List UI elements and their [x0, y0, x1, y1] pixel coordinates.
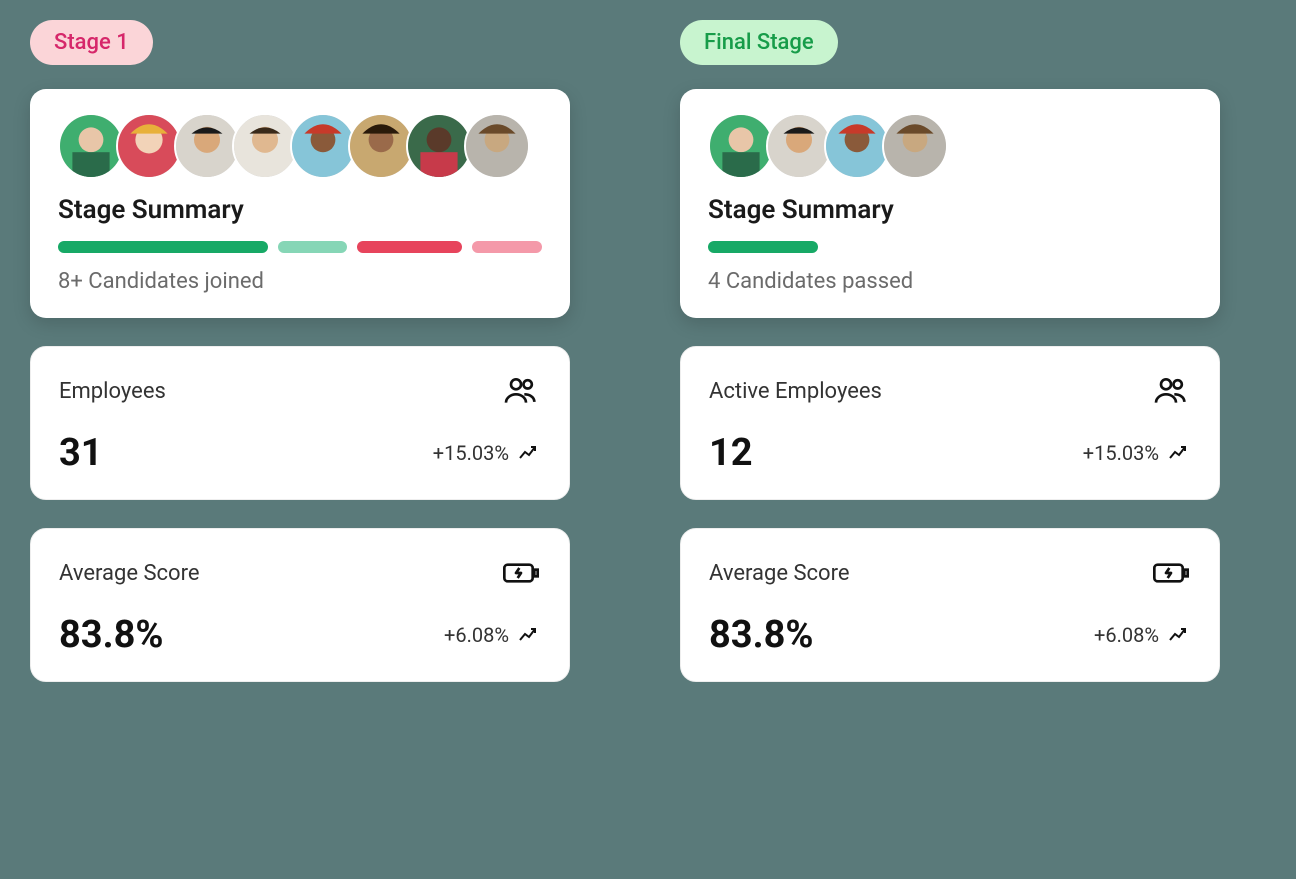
progress-bar: [278, 241, 348, 253]
summary-subtitle: 4 Candidates passed: [708, 269, 1192, 294]
stage-badge: Stage 1: [30, 20, 153, 65]
stage-summary-card[interactable]: Stage Summary 4 Candidates passed: [680, 89, 1220, 318]
metric-label: Average Score: [709, 561, 850, 586]
avatar-group: [708, 113, 1192, 179]
avatar: [232, 113, 298, 179]
avatar-group: [58, 113, 542, 179]
stage-column-1: Stage 1 Stage Summary 8+ Candidates join…: [30, 20, 570, 859]
stage-badge: Final Stage: [680, 20, 838, 65]
avatar: [290, 113, 356, 179]
avatar: [824, 113, 890, 179]
score-card[interactable]: Average Score 83.8% +6.08%: [30, 528, 570, 682]
metric-label: Average Score: [59, 561, 200, 586]
people-icon: [501, 371, 541, 411]
metric-value: 83.8%: [709, 613, 814, 657]
battery-charging-icon: [1151, 553, 1191, 593]
avatar: [464, 113, 530, 179]
summary-title: Stage Summary: [58, 195, 542, 225]
stage-column-final: Final Stage Stage Summary 4 Candidates p…: [680, 20, 1220, 859]
avatar: [708, 113, 774, 179]
metric-delta: +6.08%: [444, 623, 541, 647]
metric-label: Employees: [59, 379, 166, 404]
avatar: [766, 113, 832, 179]
avatar: [882, 113, 948, 179]
metric-delta: +15.03%: [433, 441, 541, 465]
progress-bar: [708, 241, 818, 253]
progress-bar: [58, 241, 268, 253]
progress-bars: [58, 241, 542, 253]
metric-value: 31: [59, 431, 103, 475]
progress-bar: [357, 241, 462, 253]
employees-card[interactable]: Employees 31 +15.03%: [30, 346, 570, 500]
people-icon: [1151, 371, 1191, 411]
avatar: [348, 113, 414, 179]
avatar: [116, 113, 182, 179]
employees-card[interactable]: Active Employees 12 +15.03%: [680, 346, 1220, 500]
progress-bars: [708, 241, 1192, 253]
trend-up-icon: [517, 623, 541, 647]
metric-delta: +6.08%: [1094, 623, 1191, 647]
avatar: [58, 113, 124, 179]
progress-bar: [472, 241, 542, 253]
metric-value: 83.8%: [59, 613, 164, 657]
trend-up-icon: [1167, 623, 1191, 647]
metric-delta: +15.03%: [1083, 441, 1191, 465]
summary-title: Stage Summary: [708, 195, 1192, 225]
battery-charging-icon: [501, 553, 541, 593]
metric-label: Active Employees: [709, 379, 882, 404]
avatar: [174, 113, 240, 179]
avatar: [406, 113, 472, 179]
summary-subtitle: 8+ Candidates joined: [58, 269, 542, 294]
trend-up-icon: [517, 441, 541, 465]
metric-value: 12: [709, 431, 753, 475]
stage-summary-card[interactable]: Stage Summary 8+ Candidates joined: [30, 89, 570, 318]
score-card[interactable]: Average Score 83.8% +6.08%: [680, 528, 1220, 682]
trend-up-icon: [1167, 441, 1191, 465]
